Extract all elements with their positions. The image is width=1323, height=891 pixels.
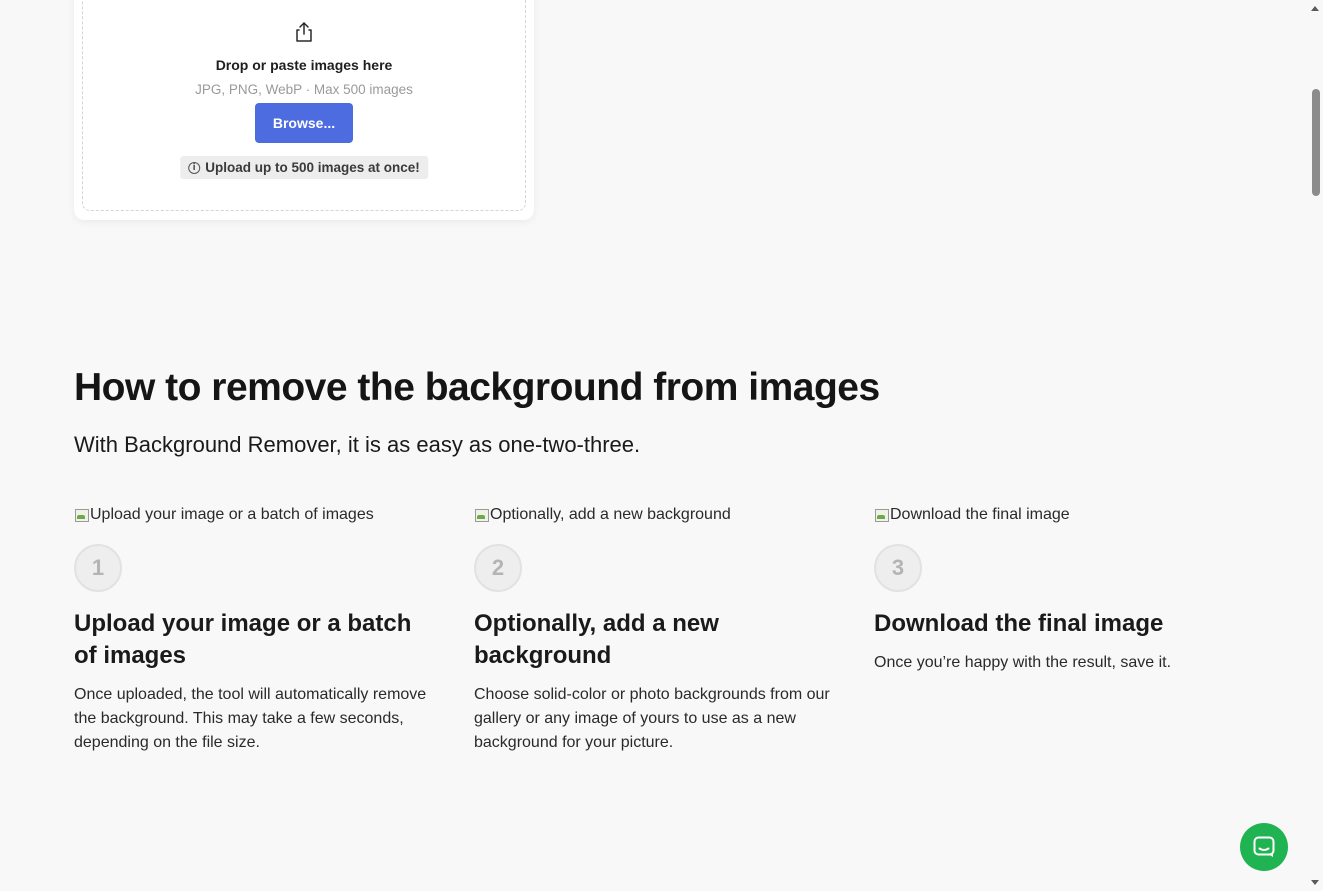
- step-title: Optionally, add a new background: [474, 610, 719, 669]
- step-number: 1: [74, 544, 122, 592]
- dropzone[interactable]: Drop or paste images here JPG, PNG, WebP…: [82, 0, 526, 211]
- step-image: Upload your image or a batch of images: [74, 505, 434, 525]
- step-image-alt: Download the final image: [890, 506, 1070, 523]
- step-3: Download the final image 3 Download the …: [874, 505, 1234, 675]
- step-image-alt: Optionally, add a new background: [490, 506, 731, 523]
- chat-launcher-button[interactable]: [1240, 823, 1288, 871]
- howto-subtitle: With Background Remover, it is as easy a…: [74, 432, 641, 457]
- step-number: 3: [874, 544, 922, 592]
- info-icon: i: [188, 161, 201, 174]
- step-description: Once you’re happy with the result, save …: [874, 654, 1172, 671]
- broken-image-icon: [874, 507, 890, 523]
- step-1: Upload your image or a batch of images 1…: [74, 505, 434, 755]
- step-title: Download the final image: [874, 610, 1164, 637]
- upload-card: Drop or paste images here JPG, PNG, WebP…: [74, 0, 534, 220]
- step-description: Choose solid-color or photo backgrounds …: [474, 686, 830, 751]
- howto-title: How to remove the background from images: [74, 366, 880, 409]
- vertical-scrollbar[interactable]: [1308, 0, 1323, 891]
- scroll-down-arrow-icon[interactable]: [1311, 880, 1319, 885]
- step-number: 2: [474, 544, 522, 592]
- scroll-thumb[interactable]: [1312, 89, 1320, 196]
- upload-limit-notice: i Upload up to 500 images at once!: [180, 156, 428, 179]
- chat-icon: [1253, 836, 1275, 857]
- page: Drop or paste images here JPG, PNG, WebP…: [0, 0, 1323, 891]
- step-image: Optionally, add a new background: [474, 505, 834, 525]
- drop-formats: JPG, PNG, WebP · Max 500 images: [195, 82, 413, 97]
- notice-text: Upload up to 500 images at once!: [205, 160, 420, 175]
- step-image: Download the final image: [874, 505, 1234, 525]
- share-upload-icon: [296, 22, 312, 42]
- drop-title: Drop or paste images here: [215, 57, 393, 73]
- step-title: Upload your image or a batch of images: [74, 610, 412, 669]
- browse-button[interactable]: Browse...: [255, 103, 353, 143]
- step-2: Optionally, add a new background 2 Optio…: [474, 505, 834, 755]
- broken-image-icon: [474, 507, 490, 523]
- broken-image-icon: [74, 507, 90, 523]
- step-image-alt: Upload your image or a batch of images: [90, 506, 374, 523]
- step-description: Once uploaded, the tool will automatical…: [74, 686, 427, 751]
- scroll-up-arrow-icon[interactable]: [1311, 6, 1319, 11]
